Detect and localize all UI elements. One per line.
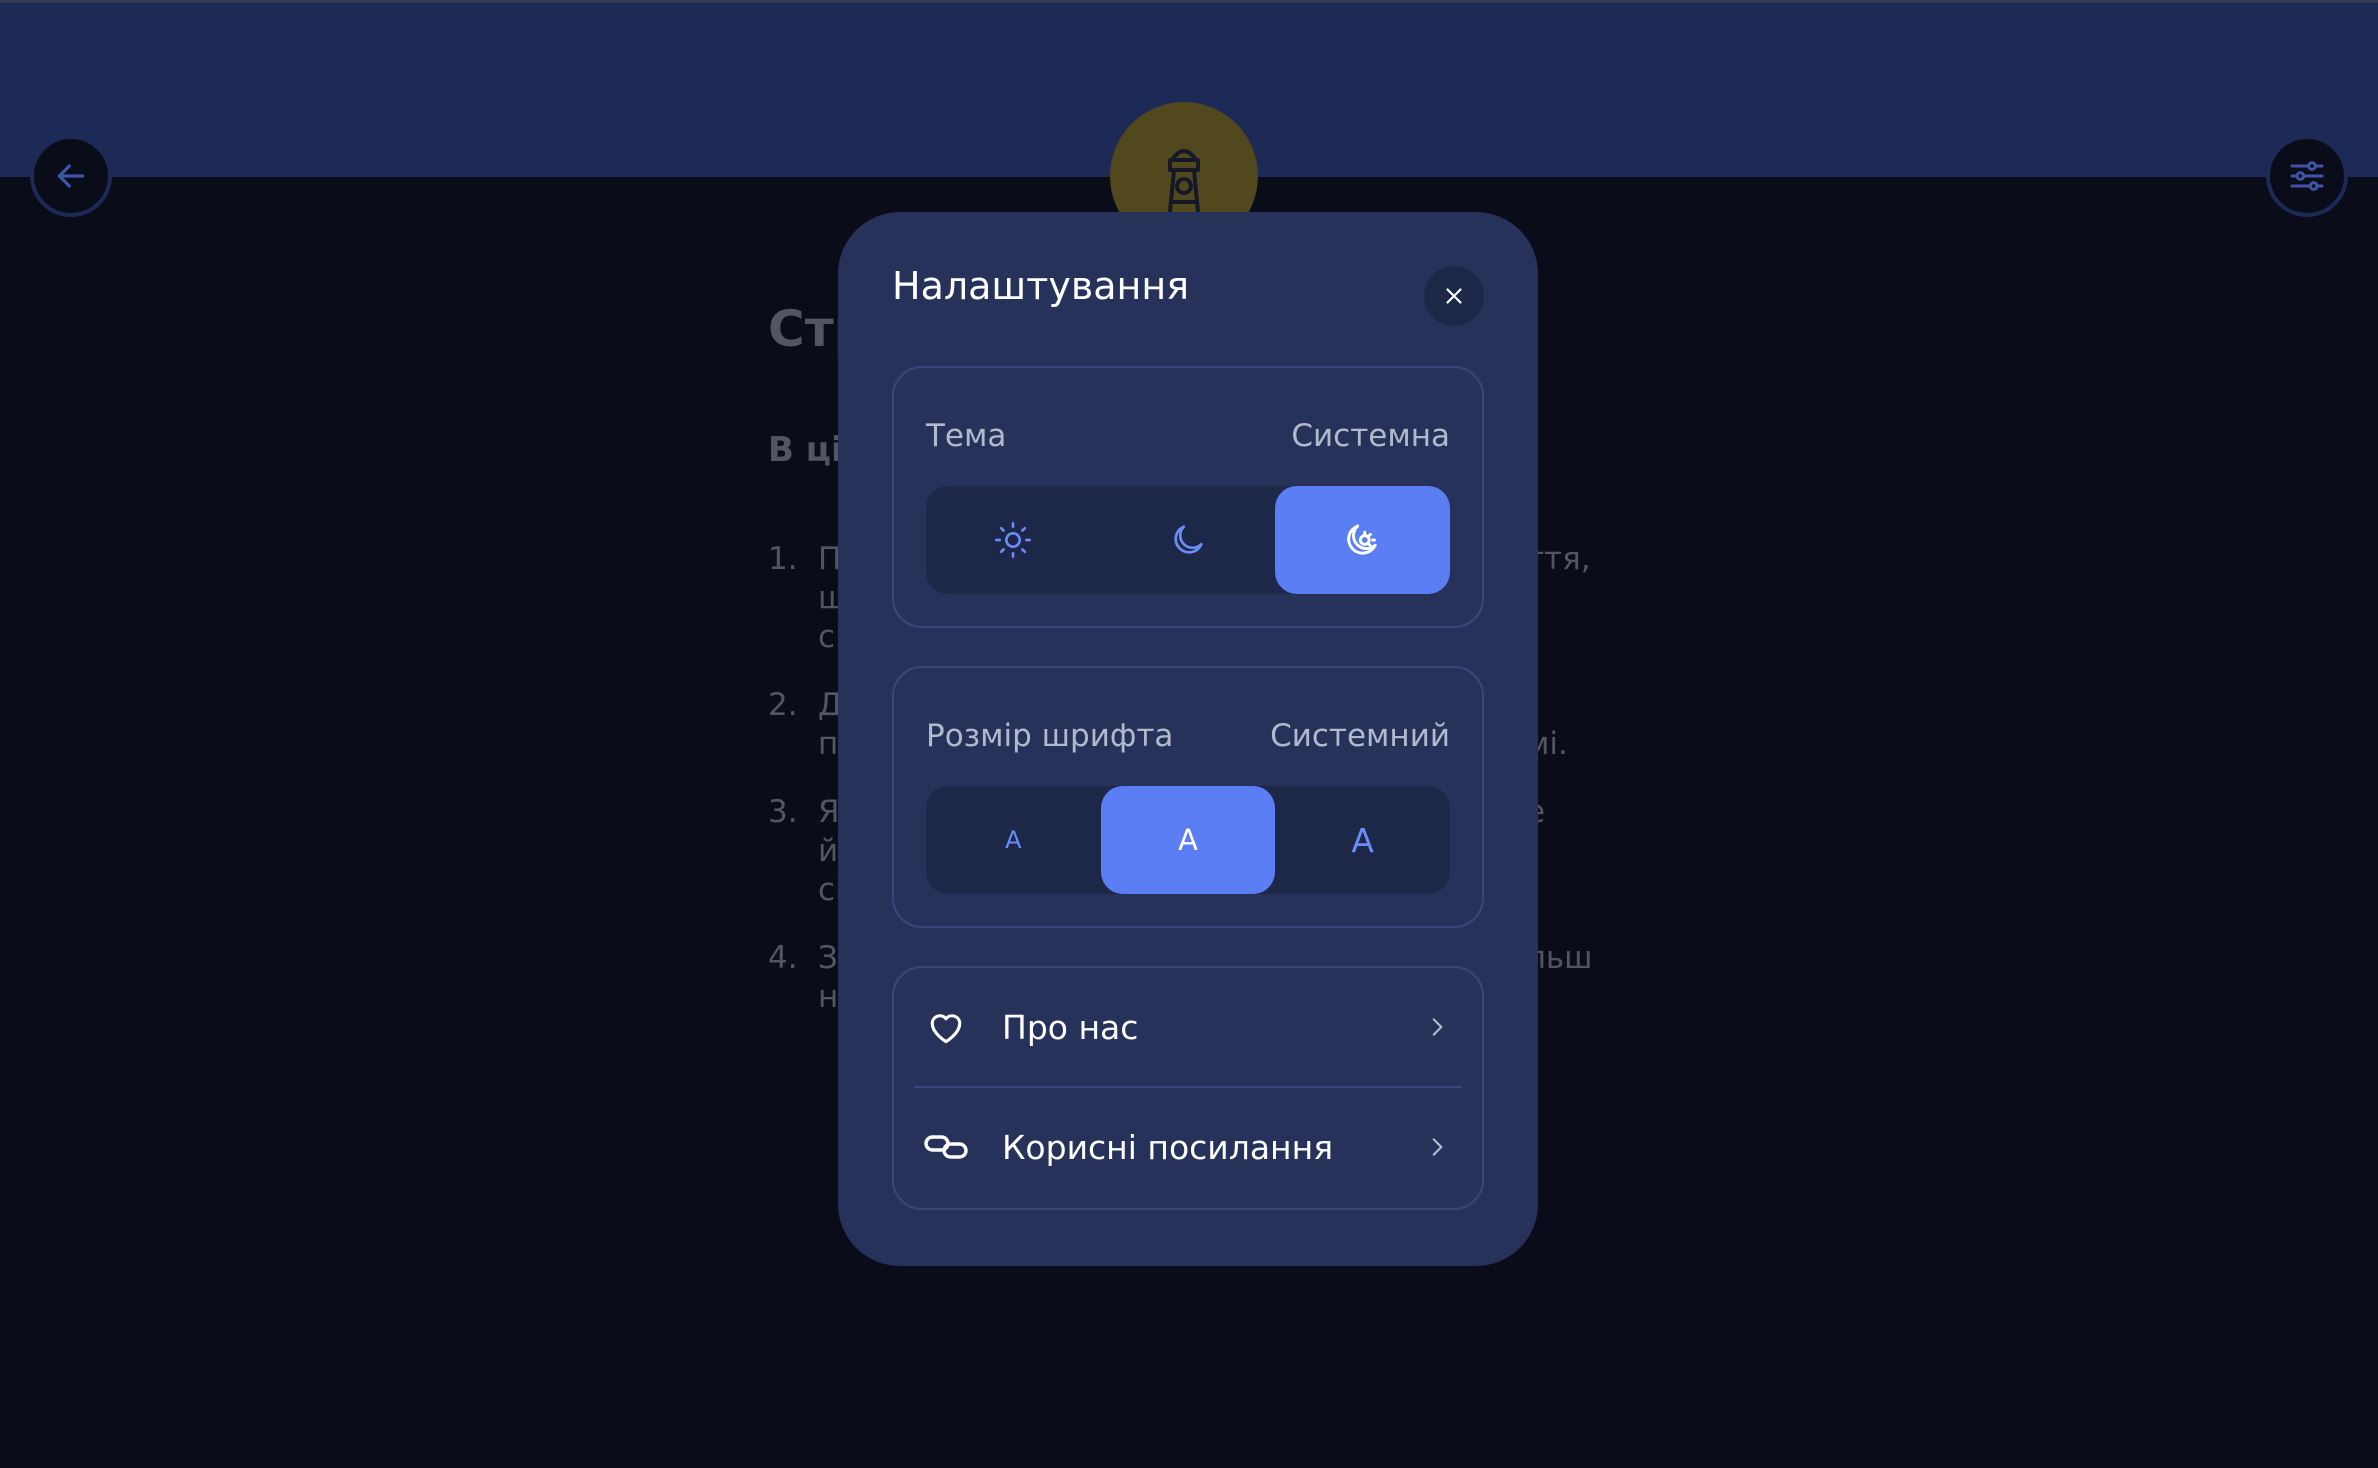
- close-button[interactable]: [1424, 266, 1484, 326]
- theme-value: Системна: [1291, 418, 1450, 454]
- links-card: Про нас Корисні посилання: [892, 966, 1484, 1210]
- font-size-value: Системний: [1270, 718, 1450, 754]
- about-us-link[interactable]: Про нас: [894, 968, 1482, 1086]
- font-size-large-option[interactable]: A: [1275, 786, 1450, 894]
- settings-modal: Налаштування Тема Системна Розмір шрифта…: [838, 212, 1538, 1266]
- chevron-right-icon: [1422, 1012, 1452, 1042]
- theme-dark-option[interactable]: [1101, 486, 1276, 594]
- font-size-small-label: A: [1005, 826, 1022, 854]
- theme-label: Тема: [926, 418, 1007, 454]
- chevron-right-icon: [1422, 1132, 1452, 1162]
- font-size-small-option[interactable]: A: [926, 786, 1101, 894]
- heart-icon: [920, 1001, 972, 1053]
- close-icon: [1446, 288, 1462, 304]
- theme-card: Тема Системна: [892, 366, 1484, 628]
- font-size-medium-option[interactable]: A: [1100, 786, 1276, 894]
- font-size-card: Розмір шрифта Системний A A A: [892, 666, 1484, 928]
- theme-system-option[interactable]: [1275, 486, 1451, 594]
- font-size-selector: A A A: [926, 786, 1450, 894]
- moon-icon: [1174, 525, 1203, 554]
- useful-links-label: Корисні посилання: [1002, 1127, 1334, 1167]
- about-us-label: Про нас: [1002, 1007, 1139, 1047]
- link-icon: [920, 1121, 972, 1173]
- font-size-medium-label: A: [1178, 823, 1198, 857]
- theme-light-option[interactable]: [926, 486, 1101, 594]
- modal-title: Налаштування: [892, 264, 1190, 308]
- system-theme-icon: [1346, 524, 1377, 555]
- useful-links-link[interactable]: Корисні посилання: [894, 1088, 1482, 1206]
- font-size-label: Розмір шрифта: [926, 718, 1174, 754]
- font-size-large-label: A: [1351, 820, 1374, 860]
- theme-selector: [926, 486, 1451, 594]
- sun-icon: [995, 522, 1032, 558]
